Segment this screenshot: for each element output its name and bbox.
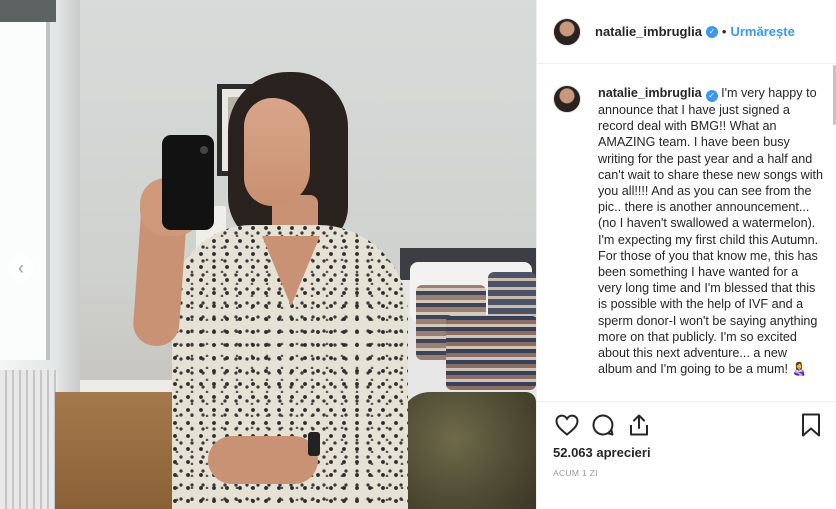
caption-username[interactable]: natalie_imbruglia — [598, 86, 702, 100]
caption-avatar[interactable] — [553, 85, 581, 113]
avatar[interactable] — [553, 17, 581, 46]
header-username[interactable]: natalie_imbruglia — [595, 24, 702, 39]
heart-icon — [555, 414, 579, 436]
like-button[interactable] — [553, 411, 581, 439]
photo-radiator — [0, 370, 58, 509]
bookmark-icon — [802, 413, 820, 437]
photo-jacket — [400, 392, 536, 509]
likes-count[interactable]: 52.063 aprecieri — [553, 445, 651, 460]
comment-icon — [592, 414, 614, 436]
follow-button[interactable]: Urmărește — [730, 24, 794, 39]
photo-person-hand — [208, 436, 318, 484]
post-header: natalie_imbruglia ✓ • Urmărește — [537, 0, 836, 64]
header-separator: • — [721, 24, 727, 39]
photo-person-face — [244, 98, 310, 206]
action-bar — [553, 410, 825, 440]
photo-phone-camera — [200, 146, 208, 154]
photo-window — [0, 0, 50, 360]
verified-badge-icon: ✓ — [705, 25, 718, 38]
caption-body: I'm very happy to announce that I have j… — [598, 86, 824, 377]
post-photo[interactable]: ‹ — [0, 0, 536, 509]
post-side-panel: natalie_imbruglia ✓ • Urmărește natalie_… — [536, 0, 836, 509]
photo-watch — [308, 432, 320, 456]
verified-badge-icon: ✓ — [705, 90, 718, 102]
photo-blind — [0, 0, 56, 22]
chevron-left-icon: ‹ — [18, 258, 24, 278]
share-icon — [630, 414, 648, 436]
caption-area[interactable]: natalie_imbruglia ✓ I'm very happy to ann… — [537, 65, 836, 401]
post-timestamp[interactable]: ACUM 1 ZI — [553, 468, 598, 478]
previous-post-button[interactable]: ‹ — [8, 255, 34, 281]
save-button[interactable] — [797, 411, 825, 439]
caption-text: natalie_imbruglia ✓ I'm very happy to ann… — [598, 85, 823, 401]
comment-button[interactable] — [589, 411, 617, 439]
post-actions-section: 52.063 aprecieri ACUM 1 ZI — [537, 401, 836, 509]
photo-pillow — [446, 315, 536, 390]
share-button[interactable] — [625, 411, 653, 439]
